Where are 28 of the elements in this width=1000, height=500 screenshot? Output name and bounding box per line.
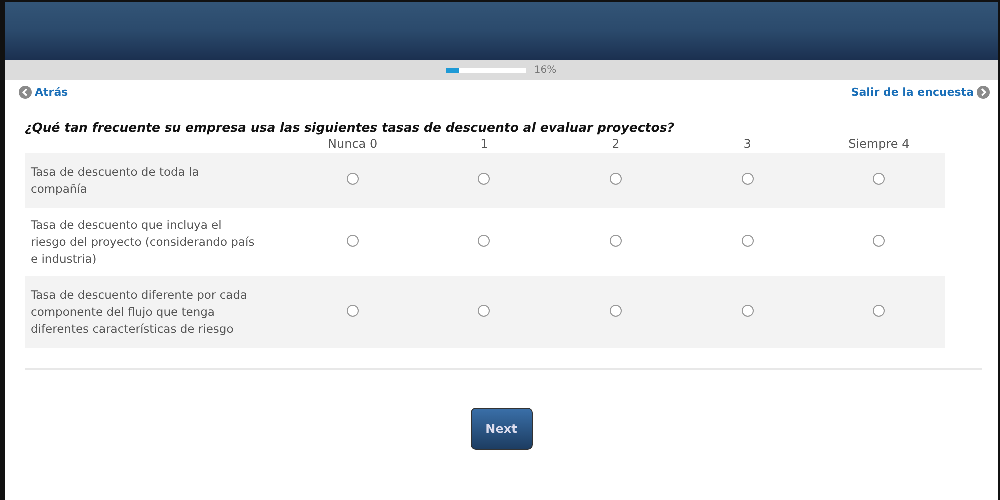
- progress-percent: 16%: [534, 64, 557, 76]
- radio-button[interactable]: [610, 304, 622, 316]
- radio-button[interactable]: [610, 234, 622, 246]
- radio-button[interactable]: [478, 173, 490, 185]
- radio-button[interactable]: [873, 234, 886, 246]
- radio-button[interactable]: [478, 304, 490, 316]
- radio-button[interactable]: [742, 304, 754, 316]
- exit-survey-link[interactable]: Salir de la encuesta: [851, 86, 990, 98]
- question-text: ¿Qué tan frecuente su empresa usa las siguientes tasas de descuento al evaluar proyectos?: [25, 120, 676, 135]
- radio-button[interactable]: [346, 234, 359, 246]
- next-button[interactable]: Next: [470, 408, 532, 450]
- row-label: Tasa de descuento diferente por cada componente del flujo que tenga diferentes características de riesgo: [31, 286, 249, 338]
- radio-button[interactable]: [873, 304, 886, 316]
- scale-label: Nunca 0: [328, 137, 378, 151]
- radio-button[interactable]: [610, 173, 622, 185]
- back-link[interactable]: Atrás: [19, 86, 68, 98]
- scale-label: 2: [612, 137, 620, 151]
- scale-label: 3: [744, 137, 752, 151]
- row-label: Tasa de descuento de toda la compañía: [31, 164, 200, 198]
- scale-label: Siempre 4: [848, 137, 910, 151]
- radio-button[interactable]: [478, 234, 490, 246]
- scale-label: 1: [480, 137, 488, 151]
- radio-button[interactable]: [742, 173, 754, 185]
- row-label: Tasa de descuento que incluya el riesgo del proyecto (considerando país e industria): [31, 216, 256, 268]
- radio-button[interactable]: [873, 173, 886, 185]
- radio-button[interactable]: [742, 234, 754, 246]
- radio-button[interactable]: [346, 173, 359, 185]
- radio-button[interactable]: [346, 304, 359, 316]
